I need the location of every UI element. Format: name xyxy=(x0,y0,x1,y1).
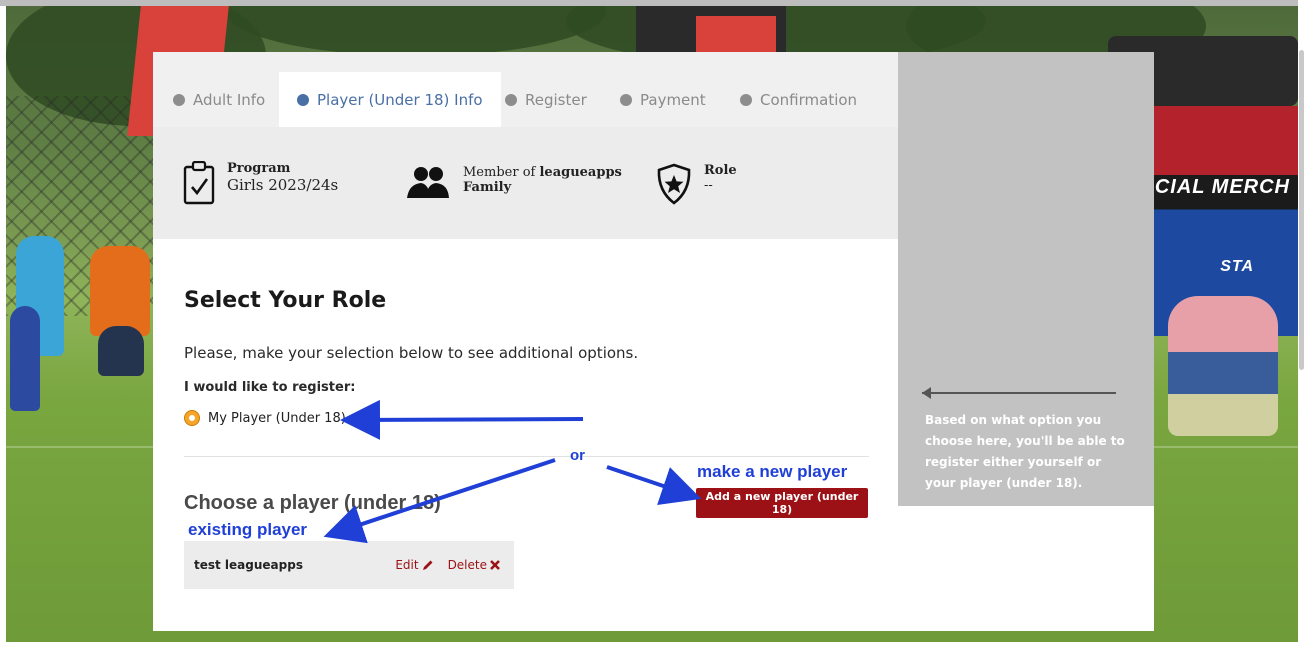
annotation-make-new: make a new player xyxy=(697,462,848,481)
annotation-or: or xyxy=(570,447,585,464)
annotation-arrow-existing xyxy=(323,458,556,544)
annotation-arrows xyxy=(323,399,702,544)
annotation-arrow-radio xyxy=(340,399,584,440)
annotation-arrow-new xyxy=(606,465,702,506)
annotation-existing: existing player xyxy=(188,520,308,539)
